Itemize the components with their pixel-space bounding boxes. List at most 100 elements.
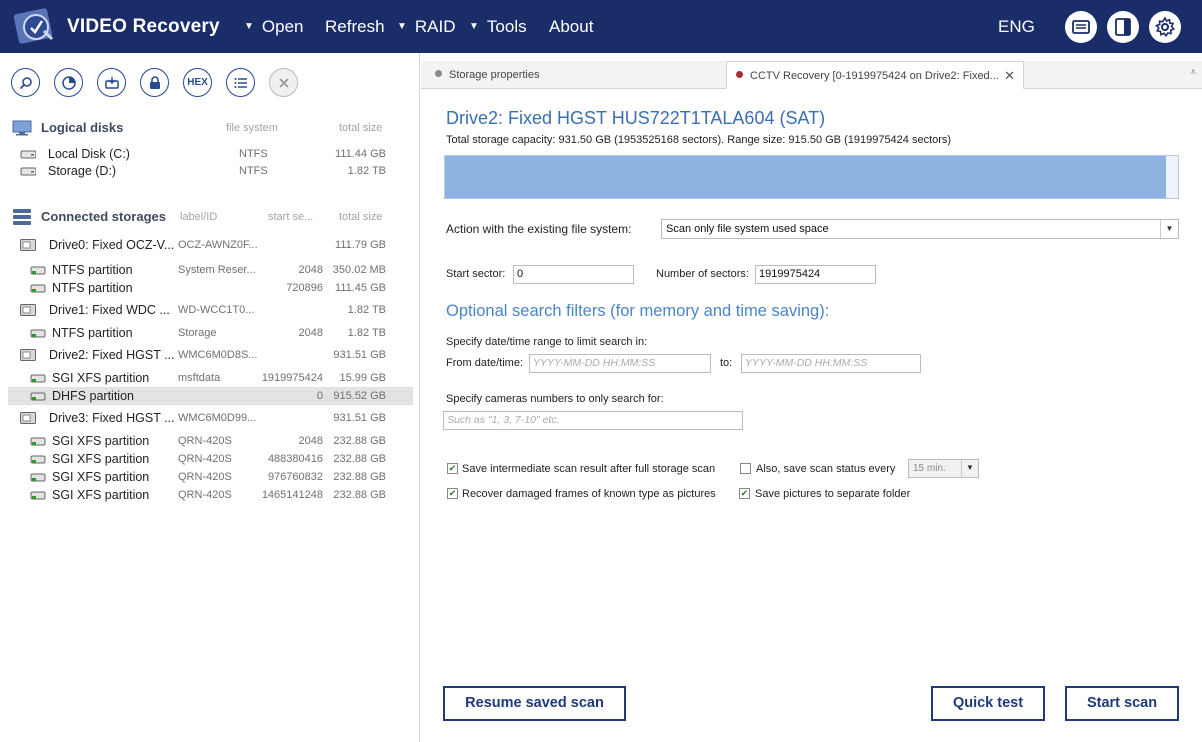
chevron-down-icon: ▼	[961, 460, 978, 477]
disk-fs: NTFS	[239, 148, 268, 160]
to-date-input[interactable]: YYYY-MM-DD HH:MM:SS	[741, 354, 921, 373]
storage-drive-row[interactable]: Drive0: Fixed OCZ-V... OCZ-AWNZ0F... 111.7…	[8, 236, 413, 254]
tab-storage-properties[interactable]: Storage properties	[421, 61, 726, 89]
tab-bar: Storage properties CCTV Recovery [0-1919…	[421, 61, 1202, 89]
partition-icon	[30, 473, 46, 482]
save-status-checkbox[interactable]	[740, 463, 751, 474]
panel-toggle-icon[interactable]	[1107, 11, 1139, 43]
storage-partition-row[interactable]: SGI XFS partition QRN-420S 488380416 232.88…	[8, 450, 413, 468]
partition-icon	[30, 329, 46, 338]
search-icon[interactable]	[11, 68, 40, 97]
storage-total-size: 111.79 GB	[335, 239, 386, 251]
storage-total-size: 350.02 MB	[332, 264, 386, 276]
storage-partition-row[interactable]: NTFS partition System Reser... 2048 350.02 …	[8, 261, 413, 279]
storage-label-id: System Reser...	[178, 264, 256, 276]
storage-name: SGI XFS partition	[52, 434, 150, 448]
separate-folder-checkbox[interactable]: ✔	[739, 488, 750, 499]
left-panel: HEX Logical disks file system total size…	[0, 53, 420, 742]
storage-start-sector: 0	[316, 390, 323, 402]
tab-close-icon[interactable]: ✕	[1004, 68, 1015, 84]
menu-open[interactable]: ▼ Open	[244, 17, 304, 37]
from-date-input[interactable]: YYYY-MM-DD HH:MM:SS	[529, 354, 711, 373]
storage-name: NTFS partition	[52, 281, 133, 295]
date-range-label: Specify date/time range to limit search …	[446, 336, 648, 348]
disk-icon	[20, 150, 36, 159]
storage-total-size: 111.45 GB	[335, 282, 386, 294]
storage-start-sector: 1919975424	[261, 372, 323, 384]
storage-partition-row[interactable]: SGI XFS partition msftdata 1919975424 15.99…	[8, 369, 413, 387]
menu-about[interactable]: About	[549, 17, 593, 37]
close-icon[interactable]	[269, 68, 298, 97]
menu-tools[interactable]: ▼ Tools	[469, 17, 527, 37]
disk-icon	[20, 167, 36, 176]
partition-icon	[30, 284, 46, 293]
storage-partition-row[interactable]: NTFS partition Storage 2048 1.82 TB	[8, 324, 413, 342]
storage-total-size: 931.51 GB	[333, 412, 386, 424]
storage-partition-row[interactable]: SGI XFS partition QRN-420S 2048 232.88 GB	[8, 432, 413, 450]
storage-name: SGI XFS partition	[52, 371, 150, 385]
storage-drive-row[interactable]: Drive2: Fixed HGST ... WMC6M0D8S... 931.51…	[8, 346, 413, 364]
quick-test-button[interactable]: Quick test	[931, 686, 1045, 721]
storage-label-id: WMC6M0D99...	[178, 412, 257, 424]
start-sector-input[interactable]: 0	[513, 265, 634, 284]
range-bar[interactable]	[444, 155, 1179, 199]
partition-icon	[30, 374, 46, 383]
save-intermediate-checkbox[interactable]: ✔	[447, 463, 458, 474]
drive-title: Drive2: Fixed HGST HUS722T1TALA604 (SAT)	[446, 108, 826, 128]
storage-drive-row[interactable]: Drive1: Fixed WDC ... WD-WCC1T0... 1.82 TB	[8, 301, 413, 319]
tab-list-dropdown-icon[interactable]: ⩡	[1190, 67, 1196, 78]
status-interval-select[interactable]: 15 min. ▼	[908, 459, 979, 478]
col-header-start-sector: start se...	[268, 211, 314, 223]
logical-disk-row[interactable]: Local Disk (C:) NTFS 111.44 GB	[8, 145, 413, 163]
menu-raid[interactable]: ▼ RAID	[397, 17, 456, 37]
resume-saved-scan-button[interactable]: Resume saved scan	[443, 686, 626, 721]
language-selector[interactable]: ENG	[998, 17, 1035, 37]
storage-name: NTFS partition	[52, 263, 133, 277]
monitor-icon	[12, 120, 32, 136]
storage-start-sector: 2048	[298, 327, 323, 339]
storage-partition-row[interactable]: NTFS partition 720896 111.45 GB	[8, 279, 413, 297]
num-sectors-input[interactable]: 1919975424	[755, 265, 876, 284]
status-interval-value: 15 min.	[913, 463, 946, 474]
storage-name: SGI XFS partition	[52, 488, 150, 502]
title-bar: VIDEO Recovery ▼ Open Refresh ▼ RAID ▼ Tool…	[0, 0, 1202, 53]
messages-icon[interactable]	[1065, 11, 1097, 43]
partition-icon	[30, 266, 46, 275]
storage-partition-row[interactable]: SGI XFS partition QRN-420S 976760832 232.88…	[8, 468, 413, 486]
logical-disk-row[interactable]: Storage (D:) NTFS 1.82 TB	[8, 162, 413, 180]
storage-partition-row[interactable]: SGI XFS partition QRN-420S 1465141248 232.8…	[8, 486, 413, 504]
storage-label-id: WD-WCC1T0...	[178, 304, 255, 316]
connected-storages-title: Connected storages	[41, 209, 166, 224]
list-icon[interactable]	[226, 68, 255, 97]
recover-frames-checkbox[interactable]: ✔	[447, 488, 458, 499]
disk-size: 111.44 GB	[335, 148, 386, 160]
storage-partition-row[interactable]: DHFS partition 0 915.52 GB	[8, 387, 413, 405]
menu-tools-label: Tools	[486, 17, 527, 36]
storage-name: SGI XFS partition	[52, 452, 150, 466]
col-header-total-size: total size	[339, 122, 383, 134]
disk-name: Storage (D:)	[48, 164, 117, 178]
open-image-icon[interactable]	[54, 68, 83, 97]
hex-icon[interactable]: HEX	[183, 68, 212, 97]
storage-drive-row[interactable]: Drive3: Fixed HGST ... WMC6M0D99... 931.51…	[8, 409, 413, 427]
dropdown-arrow-icon: ▼	[397, 21, 407, 32]
lock-icon[interactable]	[140, 68, 169, 97]
capacity-text: Total storage capacity: 931.50 GB (19535…	[446, 134, 952, 146]
partition-icon	[30, 455, 46, 464]
storage-name: DHFS partition	[52, 389, 134, 403]
menu-refresh[interactable]: Refresh	[325, 17, 385, 37]
col-header-label-id: label/ID	[180, 211, 218, 223]
start-scan-button[interactable]: Start scan	[1065, 686, 1179, 721]
cameras-input[interactable]: Such as "1, 3, 7-10" etc.	[443, 411, 743, 430]
storage-label-id: Storage	[178, 327, 217, 339]
menu-raid-label: RAID	[414, 17, 456, 36]
range-bar-end	[1165, 156, 1178, 198]
app-logo-icon	[13, 7, 58, 45]
tab-dot-icon	[736, 71, 743, 78]
partition-icon	[30, 437, 46, 446]
right-panel: Storage properties CCTV Recovery [0-1919…	[421, 53, 1202, 742]
tab-cctv-recovery[interactable]: CCTV Recovery [0-1919975424 on Drive2: F…	[726, 61, 1024, 89]
settings-gear-icon[interactable]	[1149, 11, 1181, 43]
action-select[interactable]: Scan only file system used space ▼	[661, 219, 1179, 239]
restore-icon[interactable]	[97, 68, 126, 97]
